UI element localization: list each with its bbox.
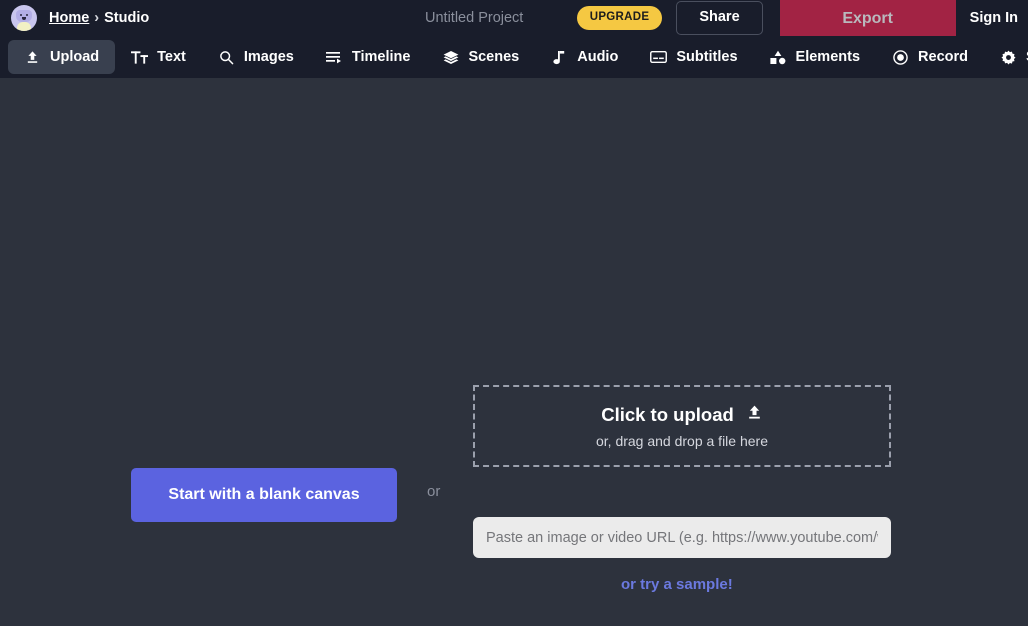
studio-app: Home › Studio Untitled Project UPGRADE S… — [0, 0, 1028, 626]
upgrade-button[interactable]: UPGRADE — [577, 6, 663, 30]
dropzone-subtitle: or, drag and drop a file here — [596, 433, 768, 449]
timeline-icon — [326, 49, 343, 66]
breadcrumb: Home › Studio — [49, 10, 149, 26]
try-sample-link[interactable]: or try a sample! — [621, 576, 733, 593]
layers-icon — [442, 49, 459, 66]
avatar-eye-left — [20, 14, 22, 16]
avatar-body — [17, 22, 31, 31]
cat-avatar[interactable] — [11, 5, 37, 31]
upload-dropzone[interactable]: Click to upload or, drag and drop a file… — [473, 385, 891, 467]
tab-timeline[interactable]: Timeline — [310, 40, 427, 74]
dropzone-title: Click to upload — [601, 404, 734, 426]
gear-icon — [1000, 49, 1017, 66]
music-note-icon — [551, 49, 568, 66]
record-icon — [892, 49, 909, 66]
breadcrumb-current: Studio — [104, 10, 149, 26]
start-blank-canvas-button[interactable]: Start with a blank canvas — [131, 468, 397, 522]
tab-scenes-label: Scenes — [468, 49, 519, 65]
tab-settings[interactable]: Settin — [984, 40, 1028, 74]
or-divider-label: or — [427, 483, 440, 500]
upload-icon — [24, 49, 41, 66]
avatar-face — [16, 10, 32, 22]
tab-elements[interactable]: Elements — [754, 40, 876, 74]
main-toolbar: Upload Text Images Timeline Scenes — [0, 36, 1028, 78]
tab-scenes[interactable]: Scenes — [426, 40, 535, 74]
project-title[interactable]: Untitled Project — [425, 10, 523, 26]
text-icon — [131, 49, 148, 66]
header-actions: UPGRADE Share Export Sign In — [577, 0, 1028, 36]
export-button[interactable]: Export — [780, 0, 956, 36]
app-header: Home › Studio Untitled Project UPGRADE S… — [0, 0, 1028, 36]
tab-audio[interactable]: Audio — [535, 40, 634, 74]
tab-upload[interactable]: Upload — [8, 40, 115, 74]
tab-audio-label: Audio — [577, 49, 618, 65]
avatar-eye-right — [26, 14, 28, 16]
sign-in-button[interactable]: Sign In — [956, 10, 1028, 26]
breadcrumb-separator: › — [94, 10, 99, 26]
empty-state: Start with a blank canvas or Click to up… — [0, 78, 1028, 626]
tab-elements-label: Elements — [796, 49, 860, 65]
editor-canvas: Start with a blank canvas or Click to up… — [0, 78, 1028, 626]
subtitles-icon — [650, 49, 667, 66]
dropzone-title-row: Click to upload — [601, 404, 763, 426]
tab-timeline-label: Timeline — [352, 49, 411, 65]
tab-record[interactable]: Record — [876, 40, 984, 74]
media-url-input[interactable] — [473, 517, 891, 558]
upload-icon — [746, 404, 763, 426]
tab-upload-label: Upload — [50, 49, 99, 65]
shapes-icon — [770, 49, 787, 66]
tab-subtitles-label: Subtitles — [676, 49, 737, 65]
tab-subtitles[interactable]: Subtitles — [634, 40, 753, 74]
tab-text[interactable]: Text — [115, 40, 202, 74]
search-icon — [218, 49, 235, 66]
tab-record-label: Record — [918, 49, 968, 65]
share-button[interactable]: Share — [676, 1, 762, 35]
tab-images-label: Images — [244, 49, 294, 65]
breadcrumb-home-link[interactable]: Home — [49, 10, 89, 26]
tab-text-label: Text — [157, 49, 186, 65]
tab-images[interactable]: Images — [202, 40, 310, 74]
